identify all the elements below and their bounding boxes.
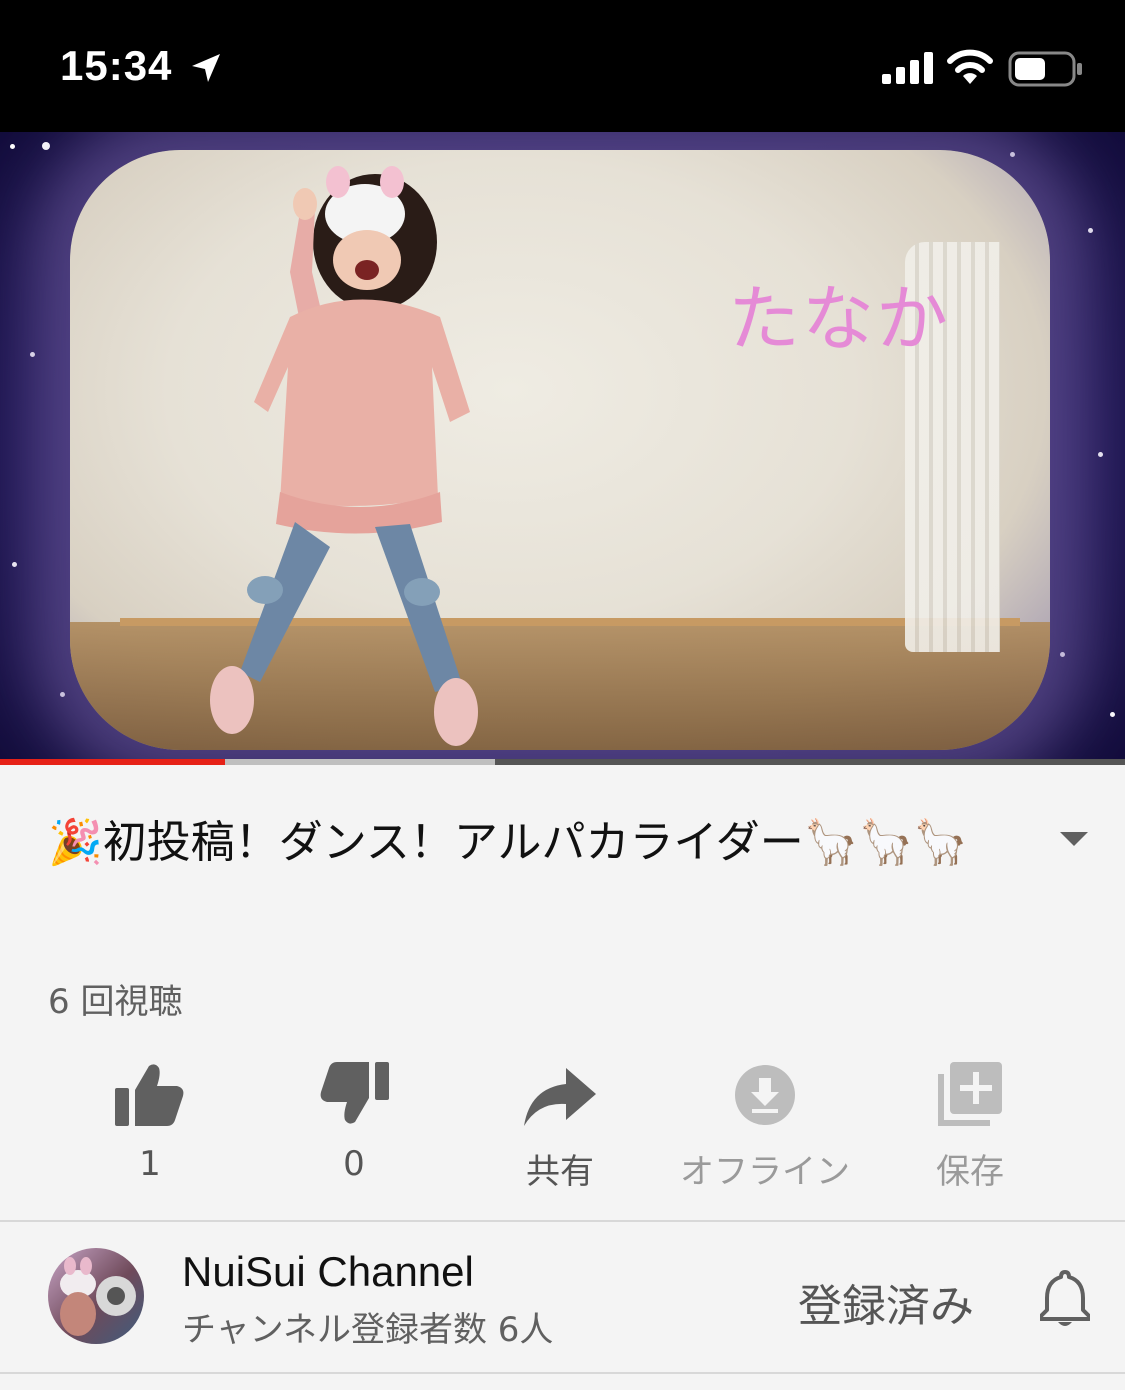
avatar-image [60,1257,136,1336]
star-decoration [1060,652,1065,657]
subscriber-count: チャンネル登録者数 6人 [182,1310,554,1350]
battery-icon [1008,51,1082,87]
like-button[interactable]: 1 [50,1052,250,1184]
dislike-count: 0 [343,1144,365,1184]
star-decoration [30,352,35,357]
star-decoration [12,562,17,567]
thumbs-up-icon [115,1064,184,1126]
chevron-down-icon[interactable] [1058,830,1090,848]
dancing-girl-figure [210,166,478,746]
subscribed-button[interactable]: 登録済み [798,1270,974,1334]
thumbs-down-icon [320,1062,389,1124]
star-decoration [60,692,65,697]
video-progress-bar[interactable] [0,759,1125,765]
add-to-playlist-icon [938,1062,1002,1126]
wifi-icon [947,49,993,84]
share-icon [524,1068,596,1126]
signal-icon [882,52,933,84]
divider [0,1220,1125,1222]
dislike-button[interactable]: 0 [254,1052,454,1184]
share-label: 共有 [526,1152,594,1192]
star-decoration [1110,712,1115,717]
location-arrow-icon [192,54,220,82]
star-decoration [1010,152,1015,157]
channel-avatar[interactable] [48,1248,144,1344]
video-player[interactable]: たなか [0,132,1125,759]
view-count: 6 回視聴 [48,982,183,1022]
save-button[interactable]: 保存 [870,1052,1070,1192]
progress-played [0,759,225,765]
offline-button[interactable]: オフライン [665,1052,865,1192]
video-title: 🎉初投稿！ダンス！アルパカライダー🦙🦙🦙 [48,817,969,868]
download-icon [735,1065,795,1125]
star-decoration [1088,228,1093,233]
offline-label: オフライン [680,1152,850,1192]
like-count: 1 [139,1144,161,1184]
share-button[interactable]: 共有 [460,1052,660,1192]
star-decoration [10,144,15,149]
save-label: 保存 [936,1152,1004,1192]
video-overlay-text: たなか [728,277,951,361]
status-bar: 15:34 [0,0,1125,132]
divider [0,1372,1125,1374]
channel-name[interactable]: NuiSui Channel [182,1248,474,1296]
status-time: 15:34 [60,42,173,89]
star-decoration [42,142,50,150]
star-decoration [1098,452,1103,457]
bell-icon[interactable] [1040,1268,1090,1328]
